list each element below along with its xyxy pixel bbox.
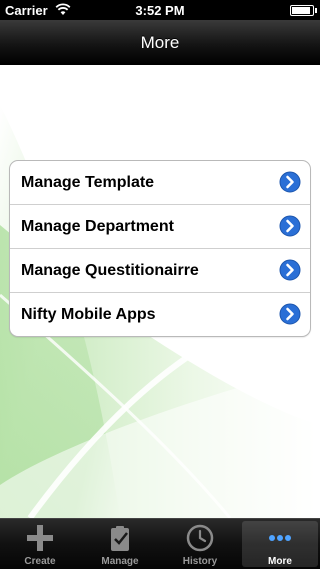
menu-item-nifty-mobile-apps[interactable]: Nifty Mobile Apps — [10, 293, 310, 336]
detail-disclosure-icon[interactable] — [279, 259, 301, 281]
tab-history[interactable]: History — [160, 519, 240, 569]
navigation-bar: More — [0, 20, 320, 65]
tab-label: History — [182, 556, 218, 567]
menu-item-manage-template[interactable]: Manage Template — [10, 161, 310, 205]
menu-item-label: Manage Questitionairre — [21, 262, 199, 279]
tab-label: More — [268, 556, 292, 567]
detail-disclosure-icon[interactable] — [279, 303, 301, 325]
content-area: Manage Template Manage Department Manage… — [0, 65, 320, 518]
menu-item-manage-questitionairre[interactable]: Manage Questitionairre — [10, 249, 310, 293]
tab-label: Create — [24, 556, 56, 567]
menu-item-label: Manage Template — [21, 174, 155, 191]
plus-icon — [27, 525, 53, 551]
menu-item-manage-department[interactable]: Manage Department — [10, 205, 310, 249]
page-title: More — [140, 33, 180, 52]
status-time: 3:52 PM — [135, 3, 185, 18]
more-dots-icon — [269, 535, 291, 541]
tab-manage[interactable]: Manage — [80, 519, 160, 569]
detail-disclosure-icon[interactable] — [279, 171, 301, 193]
status-bar: Carrier 3:52 PM — [0, 0, 320, 20]
detail-disclosure-icon[interactable] — [279, 215, 301, 237]
menu-item-label: Manage Department — [21, 218, 174, 235]
tab-bar: Create Manage History More — [0, 518, 320, 569]
clipboard-check-icon — [111, 526, 129, 551]
battery-icon — [290, 5, 317, 16]
tab-label: Manage — [101, 556, 139, 567]
clock-icon — [186, 524, 214, 552]
menu-item-label: Nifty Mobile Apps — [21, 306, 156, 323]
tab-more[interactable]: More — [242, 521, 318, 567]
tab-create[interactable]: Create — [0, 519, 80, 569]
menu-list: Manage Template Manage Department Manage… — [9, 160, 311, 337]
